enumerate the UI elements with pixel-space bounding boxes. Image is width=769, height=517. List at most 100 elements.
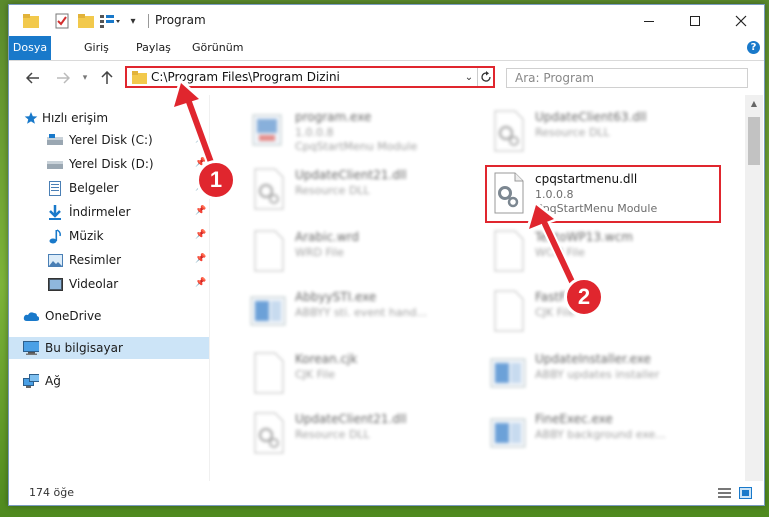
tab-file[interactable]: Dosya [9, 36, 51, 60]
file-name: Korean.cjk [295, 352, 358, 366]
file-item[interactable]: Arabic.wrd WRD File [245, 223, 485, 279]
minimize-icon [644, 20, 654, 22]
pin-icon: 📌 [195, 230, 207, 240]
new-folder-icon[interactable] [77, 12, 95, 30]
file-item[interactable]: Korean.cjk CJK File [245, 345, 485, 401]
file-item[interactable]: UpdateClient21.dll Resource DLL [245, 405, 485, 461]
file-item[interactable]: FineExec.exe ABBY background exe... [485, 405, 725, 461]
search-input[interactable]: Ara: Program [506, 68, 748, 88]
properties-icon[interactable] [53, 12, 71, 30]
file-name: program.exe [295, 110, 372, 124]
file-highlight-box [485, 165, 721, 223]
sidebar-item-label: Resimler [69, 253, 122, 267]
video-icon [47, 276, 63, 292]
pin-icon: 📌 [195, 206, 207, 216]
address-bar[interactable]: C:\Program Files\Program Dizini ⌄ [125, 66, 495, 88]
maximize-button[interactable] [672, 5, 718, 36]
sidebar-item-network[interactable]: Ağ [9, 370, 209, 392]
sidebar-item-label: İndirmeler [69, 205, 131, 219]
sidebar-item-label: Yerel Disk (C:) [69, 133, 153, 147]
file-name: FineExec.exe [535, 412, 613, 426]
close-button[interactable] [718, 5, 764, 36]
sidebar-item-local-disk-c[interactable]: Yerel Disk (C:) 📌 [9, 129, 209, 151]
file-item[interactable]: UpdateClient21.dll Resource DLL [245, 161, 485, 217]
file-name: TextoWP13.wcm [535, 230, 633, 244]
download-icon [47, 204, 63, 220]
help-icon[interactable]: ? [747, 41, 760, 54]
sidebar-item-documents[interactable]: Belgeler 📌 [9, 177, 209, 199]
large-icons-view-icon[interactable] [739, 487, 752, 499]
file-description: ABBY updates installer [535, 368, 660, 381]
chevron-down-icon[interactable]: ⌄ [463, 68, 475, 86]
sidebar-item-label: Belgeler [69, 181, 119, 195]
star-icon [23, 110, 39, 126]
file-name: UpdateClient21.dll [295, 412, 407, 426]
sidebar-item-label: Hızlı erişim [42, 111, 109, 125]
scroll-up-icon[interactable]: ▲ [745, 95, 763, 111]
pictures-icon [47, 252, 63, 268]
file-name: AbbyySTI.exe [295, 290, 377, 304]
file-type: Resource DLL [535, 126, 610, 139]
app-icon [250, 296, 286, 326]
minimize-button[interactable] [626, 5, 672, 36]
tab-home[interactable]: Giriş [74, 36, 119, 60]
step-badge-2: 2 [564, 277, 604, 317]
sidebar-item-music[interactable]: Müzik 📌 [9, 225, 209, 247]
window-title: Program [155, 13, 206, 27]
file-description: CpqStartMenu Module [295, 140, 418, 153]
forward-arrow-icon [57, 72, 70, 84]
back-arrow-icon [26, 72, 39, 84]
tab-share[interactable]: Paylaş [126, 36, 181, 60]
dll-icon [494, 110, 524, 152]
maximize-icon [690, 15, 700, 26]
pin-icon: 📌 [195, 254, 207, 264]
back-button[interactable] [23, 68, 43, 88]
file-description: ABBYY sti. event hand... [295, 306, 428, 319]
file-item[interactable]: UpdateClient63.dll Resource DLL [485, 103, 725, 159]
folder-icon [23, 12, 39, 30]
sidebar-item-quick-access[interactable]: Hızlı erişim [9, 107, 209, 129]
sidebar-item-label: Yerel Disk (D:) [69, 157, 154, 171]
file-item[interactable]: FastFix.cjk CJK File [485, 283, 725, 339]
file-item[interactable]: UpdateInstaller.exe ABBY updates install… [485, 345, 725, 401]
customize-quick-access-icon[interactable]: ▾ [126, 12, 140, 30]
file-version: 1.0.0.8 [295, 126, 334, 139]
sidebar-item-onedrive[interactable]: OneDrive [9, 305, 209, 327]
address-separator [477, 68, 478, 86]
app-icon [490, 358, 526, 388]
drive-icon [47, 156, 63, 172]
forward-button[interactable] [53, 68, 73, 88]
file-item[interactable]: AbbyySTI.exe ABBYY sti. event hand... [245, 283, 485, 339]
details-view-icon[interactable] [718, 487, 731, 499]
file-type: Resource DLL [295, 428, 370, 441]
sidebar-item-label: Müzik [69, 229, 104, 243]
file-icon [254, 230, 284, 272]
view-options-icon[interactable] [99, 12, 121, 30]
file-description: ABBY background exe... [535, 428, 666, 441]
tab-view[interactable]: Görünüm [182, 36, 253, 60]
file-item[interactable]: program.exe 1.0.0.8 CpqStartMenu Module [245, 103, 485, 159]
file-type: Resource DLL [295, 184, 370, 197]
address-path[interactable]: C:\Program Files\Program Dizini [151, 70, 340, 84]
sidebar-item-this-pc[interactable]: Bu bilgisayar [9, 337, 209, 359]
file-name: UpdateClient63.dll [535, 110, 647, 124]
scroll-thumb[interactable] [748, 117, 760, 165]
step-badge-1: 1 [196, 160, 236, 200]
file-icon [494, 290, 524, 332]
vertical-scrollbar[interactable]: ▲ [745, 95, 763, 481]
close-icon [735, 15, 747, 26]
refresh-icon[interactable] [479, 68, 493, 86]
file-name: UpdateInstaller.exe [535, 352, 651, 366]
app-icon [490, 418, 526, 448]
file-icon [494, 230, 524, 272]
recent-locations-button[interactable]: ▾ [79, 68, 91, 88]
sidebar-item-videos[interactable]: Videolar 📌 [9, 273, 209, 295]
file-item[interactable]: TextoWP13.wcm WCM File [485, 223, 725, 279]
sidebar-item-downloads[interactable]: İndirmeler 📌 [9, 201, 209, 223]
file-name: UpdateClient21.dll [295, 168, 407, 182]
up-button[interactable] [97, 68, 117, 88]
sidebar-item-local-disk-d[interactable]: Yerel Disk (D:) 📌 [9, 153, 209, 175]
pin-icon: 📌 [195, 134, 207, 144]
sidebar-item-pictures[interactable]: Resimler 📌 [9, 249, 209, 271]
cloud-icon [23, 308, 39, 324]
